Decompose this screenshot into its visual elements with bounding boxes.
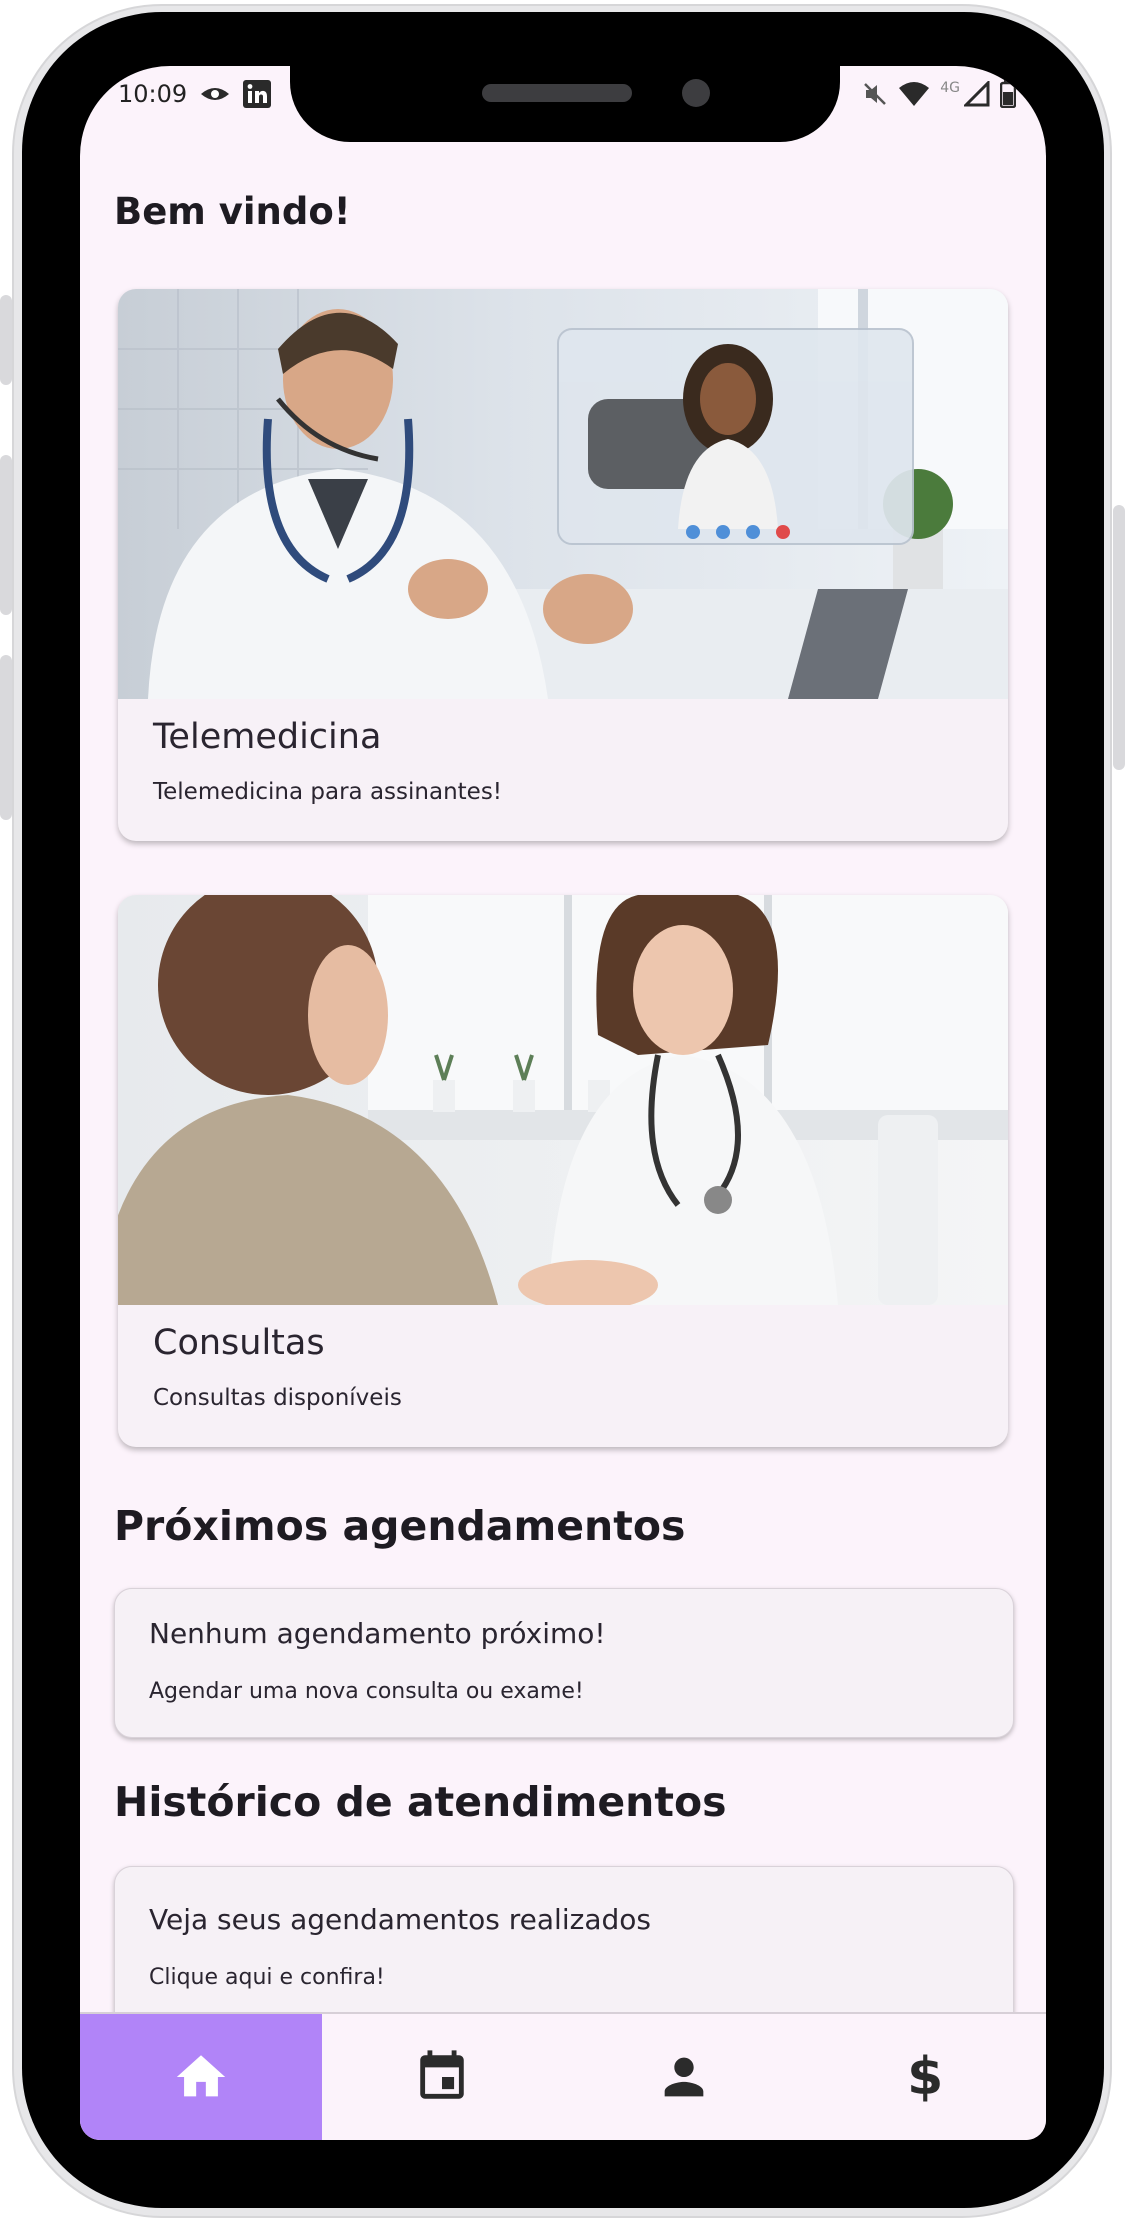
- screen: 10:09 4G Bem vindo! Telemedicina Telemed…: [80, 66, 1046, 2140]
- consultas-subtitle: Consultas disponíveis: [153, 1385, 402, 1411]
- consultas-image: [118, 895, 1008, 1305]
- telemedicina-subtitle: Telemedicina para assinantes!: [153, 779, 503, 805]
- calendar-icon: [420, 2050, 464, 2099]
- side-button-power: [1113, 505, 1125, 770]
- history-card-subtitle: Clique aqui e confira!: [149, 1965, 385, 1990]
- wifi-icon: [899, 82, 930, 106]
- status-bar-right: 4G: [862, 80, 1016, 108]
- history-title: Histórico de atendimentos: [114, 1778, 727, 1826]
- nav-calendar[interactable]: [322, 2014, 564, 2140]
- nav-profile[interactable]: [563, 2014, 805, 2140]
- telemedicina-image: [118, 289, 1008, 699]
- network-type: 4G: [940, 80, 960, 96]
- person-icon: [664, 2057, 704, 2097]
- mute-icon: [864, 83, 887, 105]
- nav-payments[interactable]: $: [805, 2014, 1047, 2140]
- next-appointments-card-subtitle: Agendar uma nova consulta ou exame!: [149, 1679, 584, 1704]
- speaker-grille: [482, 84, 632, 102]
- eye-icon: [201, 88, 230, 100]
- status-bar-left: 10:09: [118, 80, 272, 108]
- telemedicina-title: Telemedicina: [153, 717, 382, 757]
- consultas-card[interactable]: Consultas Consultas disponíveis: [118, 895, 1008, 1447]
- dollar-icon: $: [907, 2047, 944, 2107]
- history-card-title: Veja seus agendamentos realizados: [149, 1903, 651, 1936]
- home-icon: [176, 2055, 225, 2097]
- consultas-title: Consultas: [153, 1323, 325, 1363]
- welcome-title: Bem vindo!: [114, 190, 351, 233]
- linkedin-icon: [243, 80, 272, 108]
- side-button-volume-up: [0, 455, 12, 615]
- telemedicina-card[interactable]: Telemedicina Telemedicina para assinante…: [118, 289, 1008, 841]
- nav-home[interactable]: [80, 2014, 322, 2140]
- front-camera: [682, 79, 710, 107]
- history-card[interactable]: Veja seus agendamentos realizados Clique…: [114, 1866, 1014, 2036]
- side-button-volume-down: [0, 655, 12, 820]
- battery-icon: [1000, 80, 1016, 108]
- bottom-navigation: $: [80, 2012, 1046, 2140]
- side-button-mute: [0, 295, 12, 385]
- next-appointments-card-title: Nenhum agendamento próximo!: [149, 1617, 606, 1650]
- next-appointments-title: Próximos agendamentos: [114, 1502, 686, 1550]
- next-appointments-card[interactable]: Nenhum agendamento próximo! Agendar uma …: [114, 1588, 1014, 1738]
- signal-icon: [964, 81, 990, 107]
- notch: [290, 66, 840, 142]
- status-time: 10:09: [118, 80, 188, 108]
